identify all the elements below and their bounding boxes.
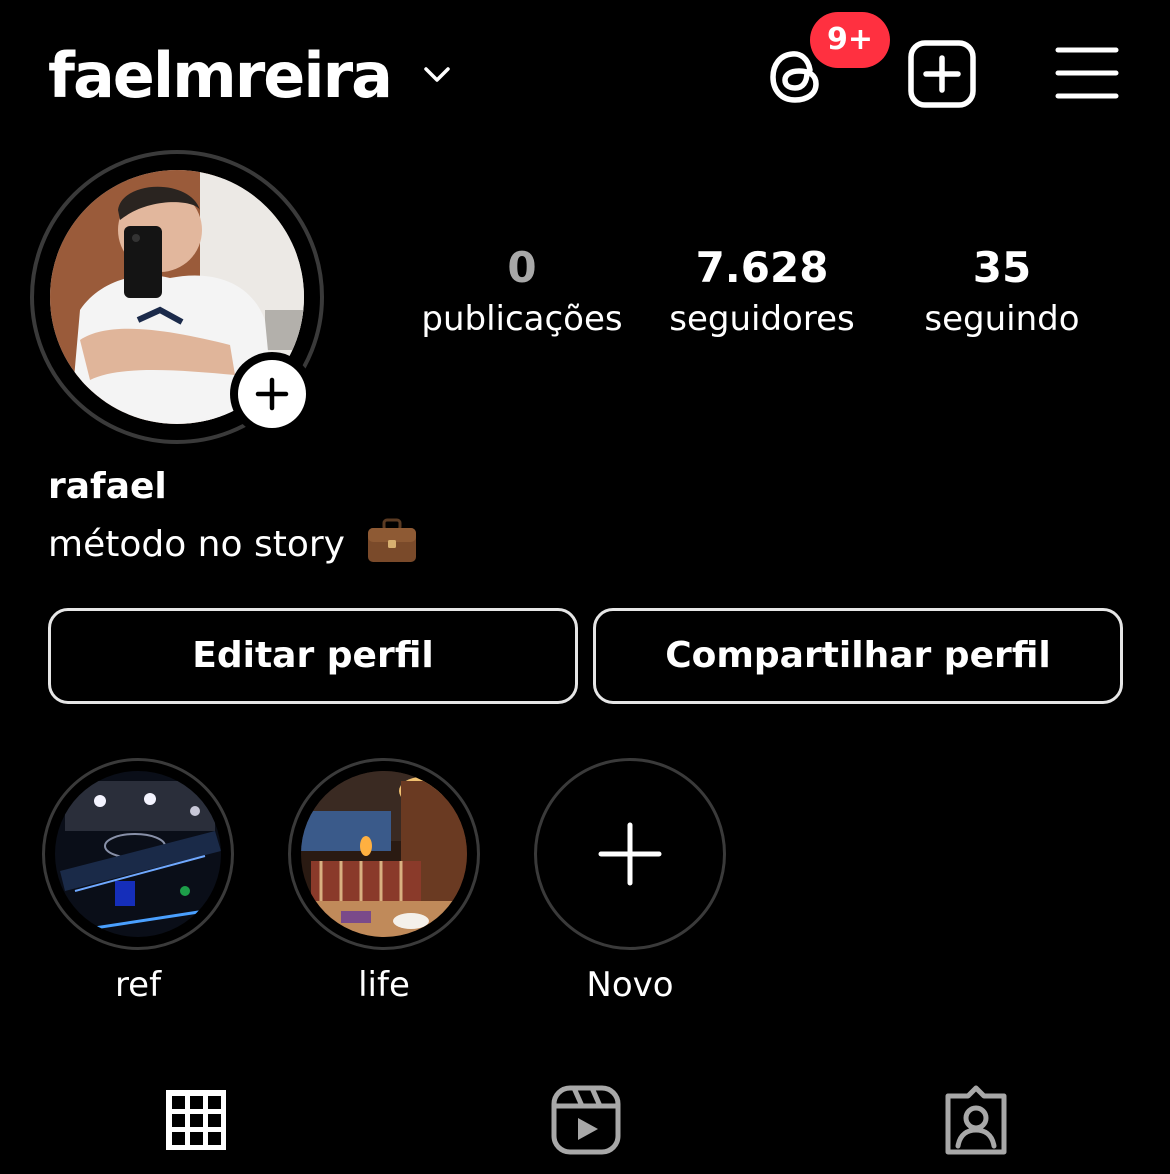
menu-icon[interactable] [1054, 42, 1120, 108]
create-post-icon[interactable] [906, 38, 978, 110]
tagged-icon[interactable] [938, 1082, 1014, 1158]
profile-header: faelmreira 9+ [0, 0, 1170, 150]
add-story-button[interactable] [230, 352, 314, 436]
briefcase-emoji-icon [368, 518, 417, 562]
highlight-ref[interactable]: ref [42, 758, 234, 1008]
stat-posts-label: publicações [421, 299, 623, 339]
plus-icon [598, 822, 662, 886]
highlight-life[interactable]: life [288, 758, 480, 1008]
highlight-label: Novo [586, 965, 674, 1005]
highlight-thumbnail [55, 771, 221, 937]
highlight-new[interactable]: Novo [534, 758, 726, 1008]
stat-followers[interactable]: 7.628 seguidores [650, 240, 874, 342]
stat-followers-value: 7.628 [695, 243, 829, 292]
highlight-ring [288, 758, 480, 950]
stat-posts-value: 0 [507, 243, 537, 292]
stat-following-label: seguindo [924, 299, 1080, 339]
edit-profile-button[interactable]: Editar perfil [48, 608, 578, 704]
chevron-down-icon[interactable] [420, 58, 454, 92]
highlight-ring [42, 758, 234, 950]
plus-icon [255, 377, 289, 411]
stat-followers-label: seguidores [669, 299, 855, 339]
notification-badge: 9+ [810, 12, 890, 68]
display-name: rafael [48, 466, 167, 507]
reels-icon[interactable] [548, 1082, 624, 1158]
stat-following[interactable]: 35 seguindo [890, 240, 1114, 342]
grid-icon[interactable] [158, 1082, 234, 1158]
stat-posts[interactable]: 0 publicações [410, 240, 634, 342]
stat-following-value: 35 [972, 243, 1032, 292]
highlight-label: ref [114, 965, 162, 1005]
highlight-label: life [358, 965, 410, 1005]
highlight-thumbnail [301, 771, 467, 937]
bio: método no story [48, 518, 418, 572]
bio-text: método no story [48, 524, 345, 565]
highlight-ring [534, 758, 726, 950]
share-profile-button[interactable]: Compartilhar perfil [593, 608, 1123, 704]
username-title[interactable]: faelmreira [48, 36, 393, 116]
